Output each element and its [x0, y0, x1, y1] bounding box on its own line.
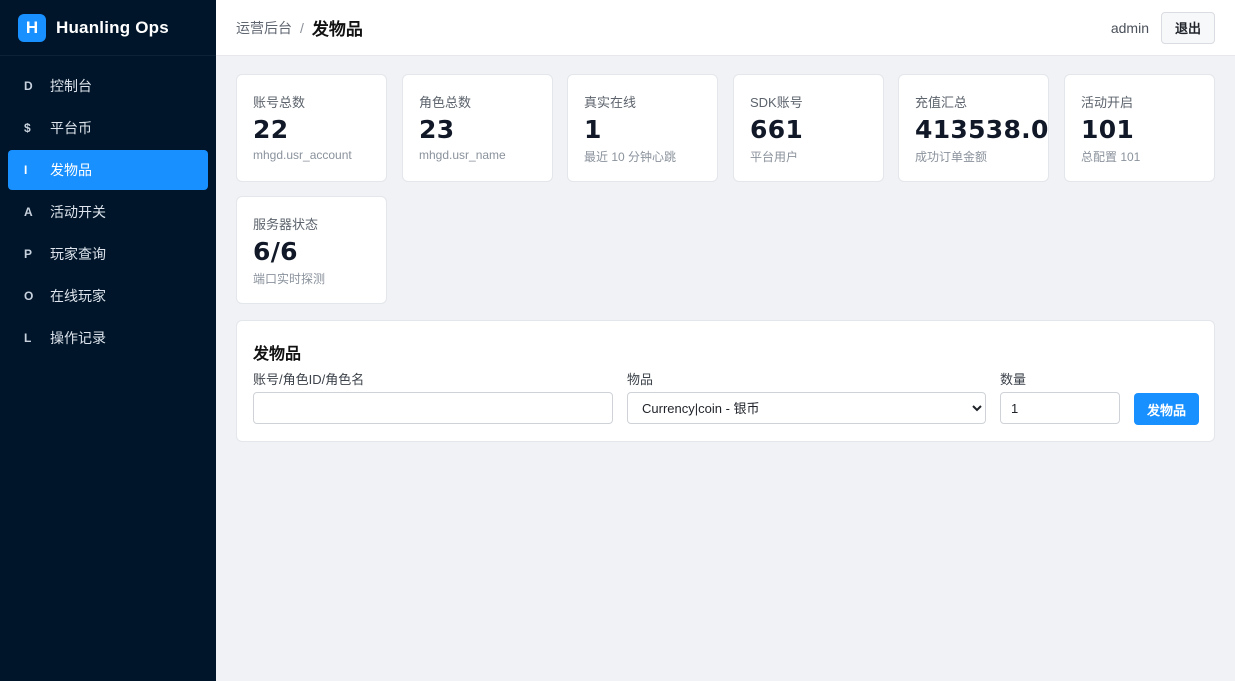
stat-value: 22 [253, 115, 289, 144]
stat-sub: mhgd.usr_name [419, 148, 506, 162]
breadcrumb-root[interactable]: 运营后台 [236, 18, 292, 38]
item-select[interactable]: Currency|coin - 银币 [627, 392, 986, 424]
stat-value: 413538.00 [915, 115, 1049, 144]
sidebar-item-online-players[interactable]: O 在线玩家 [8, 276, 208, 316]
item-icon: I [24, 163, 28, 177]
stat-card-activities: 活动开启 101 总配置 101 [1064, 74, 1215, 182]
quantity-field: 数量 [1000, 372, 1120, 424]
target-input[interactable] [253, 392, 613, 424]
target-field: 账号/角色ID/角色名 [253, 372, 613, 424]
stat-card-server-status: 服务器状态 6/6 端口实时探测 [236, 196, 387, 304]
send-items-panel: 发物品 账号/角色ID/角色名 物品 Currency|coin - 银币 数量… [236, 320, 1215, 442]
sidebar: H Huanling Ops D 控制台 $ 平台币 I 发物品 A 活动开关 … [0, 0, 216, 681]
sidebar-item-label: 平台币 [50, 120, 92, 136]
stat-label: 账号总数 [253, 95, 306, 110]
send-items-button[interactable]: 发物品 [1134, 393, 1199, 425]
online-icon: O [24, 289, 34, 303]
user-area: admin 退出 [1110, 11, 1215, 44]
stat-label: 角色总数 [419, 95, 472, 110]
sidebar-nav: D 控制台 $ 平台币 I 发物品 A 活动开关 P 玩家查询 O 在线玩家 L… [0, 56, 216, 358]
sidebar-item-label: 玩家查询 [50, 246, 106, 262]
player-icon: P [24, 247, 33, 261]
sidebar-item-label: 在线玩家 [50, 288, 106, 304]
sidebar-item-dashboard[interactable]: D 控制台 [8, 66, 208, 106]
stat-sub: 最近 10 分钟心跳 [584, 150, 677, 164]
stat-card-sdk-accounts: SDK账号 661 平台用户 [733, 74, 884, 182]
sidebar-item-player-search[interactable]: P 玩家查询 [8, 234, 208, 274]
stat-card-roles: 角色总数 23 mhgd.usr_name [402, 74, 553, 182]
coin-icon: $ [24, 121, 31, 135]
sidebar-item-send-items[interactable]: I 发物品 [8, 150, 208, 190]
quantity-input[interactable] [1000, 392, 1120, 424]
sidebar-item-label: 活动开关 [50, 204, 106, 220]
stat-sub: 平台用户 [750, 150, 799, 164]
item-label: 物品 [627, 372, 654, 387]
top-bar: 运营后台 / 发物品 admin 退出 [216, 0, 1235, 56]
page-title: 发物品 [311, 20, 363, 39]
stat-sub: 成功订单金额 [915, 150, 988, 164]
username: admin [1110, 19, 1149, 36]
stat-sub: mhgd.usr_account [253, 148, 352, 162]
stat-sub: 总配置 101 [1081, 150, 1141, 164]
stat-card-recharge: 充值汇总 413538.00 成功订单金额 [898, 74, 1049, 182]
dashboard-icon: D [24, 79, 33, 93]
stat-label: 充值汇总 [915, 95, 968, 110]
quantity-label: 数量 [1000, 372, 1027, 387]
stat-sub: 端口实时探测 [253, 272, 326, 286]
brand-logo: H [18, 13, 46, 42]
stat-value: 1 [584, 115, 602, 144]
log-icon: L [24, 331, 32, 345]
sidebar-item-label: 操作记录 [50, 330, 106, 346]
sidebar-item-operation-log[interactable]: L 操作记录 [8, 318, 208, 358]
sidebar-item-platform-coin[interactable]: $ 平台币 [8, 108, 208, 148]
brand-name: Huanling Ops [56, 17, 169, 37]
stat-value: 23 [419, 115, 455, 144]
sidebar-item-activity-switch[interactable]: A 活动开关 [8, 192, 208, 232]
logout-button[interactable]: 退出 [1160, 11, 1215, 44]
stat-label: 服务器状态 [253, 217, 319, 232]
sidebar-item-label: 发物品 [50, 162, 92, 178]
stat-value: 101 [1081, 115, 1135, 144]
stat-label: 真实在线 [584, 95, 637, 110]
stat-value: 661 [750, 115, 804, 144]
breadcrumb: 运营后台 / 发物品 [236, 15, 363, 40]
stat-label: 活动开启 [1081, 95, 1134, 110]
activity-icon: A [24, 205, 33, 219]
stat-label: SDK账号 [750, 95, 803, 110]
brand: H Huanling Ops [0, 0, 216, 56]
target-label: 账号/角色ID/角色名 [253, 372, 365, 387]
stat-card-accounts: 账号总数 22 mhgd.usr_account [236, 74, 387, 182]
item-field: 物品 Currency|coin - 银币 [627, 372, 986, 424]
stat-card-online: 真实在线 1 最近 10 分钟心跳 [567, 74, 718, 182]
stat-value: 6/6 [253, 237, 298, 266]
panel-title: 发物品 [253, 346, 302, 363]
sidebar-item-label: 控制台 [50, 78, 92, 94]
breadcrumb-separator: / [300, 19, 304, 36]
